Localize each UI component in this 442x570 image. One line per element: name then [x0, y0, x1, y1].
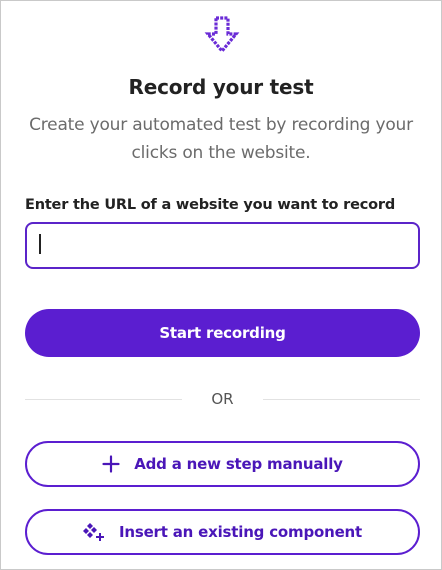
or-separator: OR — [211, 390, 234, 408]
add-step-manually-button[interactable]: Add a new step manually — [25, 441, 420, 487]
page-title: Record your test — [128, 75, 314, 99]
url-input[interactable] — [25, 222, 420, 269]
page-subtitle: Create your automated test by recording … — [29, 115, 413, 163]
insert-existing-component-button[interactable]: Insert an existing component — [25, 509, 420, 555]
insert-existing-component-label: Insert an existing component — [118, 523, 362, 541]
url-field-label: Enter the URL of a website you want to r… — [25, 197, 396, 213]
divider-right — [263, 399, 420, 400]
start-recording-button[interactable]: Start recording — [25, 309, 420, 357]
arrow-down-icon — [204, 15, 240, 55]
text-caret — [39, 234, 41, 254]
plus-icon — [102, 455, 120, 473]
component-icon — [82, 522, 105, 542]
record-test-panel: Record your test Create your automated t… — [0, 0, 442, 570]
add-step-manually-label: Add a new step manually — [134, 455, 343, 473]
divider-left — [25, 399, 182, 400]
